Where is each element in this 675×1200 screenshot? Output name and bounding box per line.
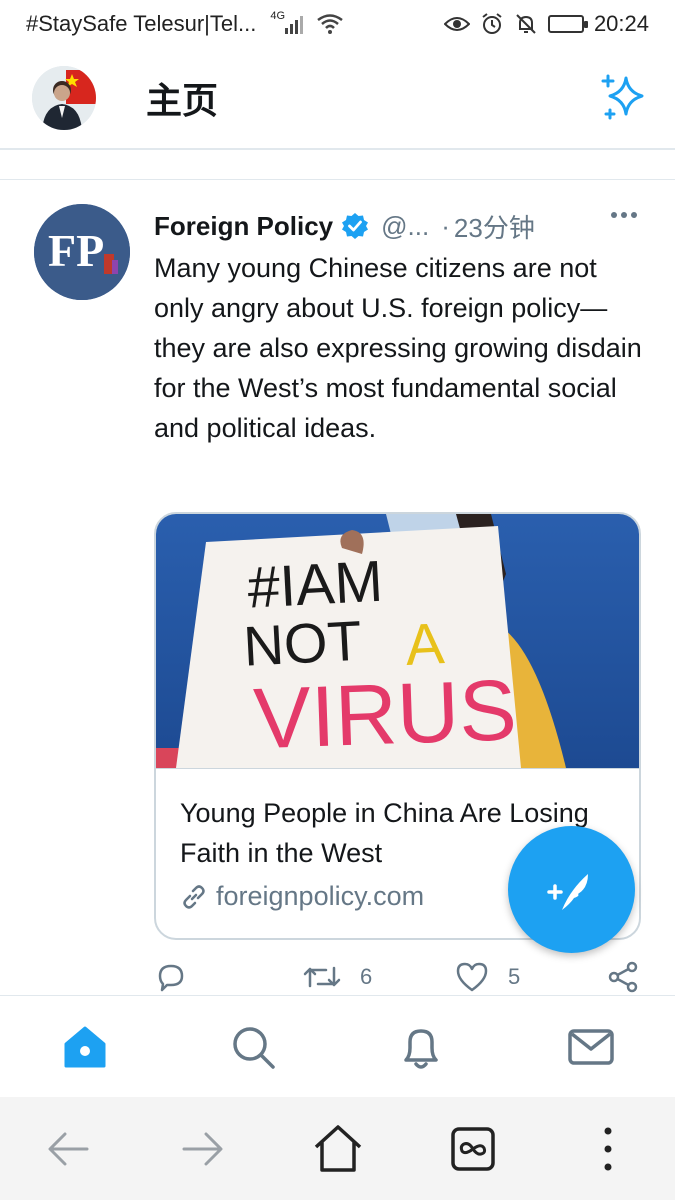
sparkle-icon[interactable]	[598, 72, 648, 122]
retweet-count: 6	[360, 964, 373, 989]
system-home-button[interactable]	[310, 1121, 366, 1177]
verified-badge-icon	[342, 213, 369, 239]
timeline-divider	[0, 150, 675, 180]
sign-line-1: #IAM	[246, 549, 385, 621]
search-icon	[233, 1027, 275, 1069]
more-options-icon[interactable]	[611, 212, 637, 218]
mute-icon	[514, 12, 538, 36]
retweet-button[interactable]: 6	[302, 960, 372, 994]
tweet-time[interactable]: 23分钟	[454, 208, 535, 245]
back-button[interactable]	[40, 1121, 96, 1177]
forward-button[interactable]	[175, 1121, 231, 1177]
tweet-header: Foreign Policy @... · 23分钟	[154, 206, 644, 246]
bottom-nav	[0, 995, 675, 1097]
page-title: 主页	[146, 80, 219, 121]
link-icon	[183, 884, 205, 909]
compose-tweet-button[interactable]	[508, 826, 635, 953]
clock: 20:24	[593, 11, 649, 36]
back-icon	[48, 1132, 89, 1166]
tabs-icon	[451, 1127, 495, 1171]
forward-icon	[182, 1132, 223, 1166]
card-link[interactable]: foreignpolicy.com	[180, 881, 424, 912]
more-dot	[631, 212, 637, 218]
compose-tweet-icon	[546, 873, 588, 910]
home-icon	[64, 1026, 106, 1068]
more-dot	[611, 212, 617, 218]
separator: ·	[441, 210, 450, 241]
author-avatar[interactable]: FP	[34, 204, 130, 300]
share-button[interactable]	[606, 960, 640, 994]
battery-icon	[547, 15, 588, 33]
author-name[interactable]: Foreign Policy	[154, 211, 333, 242]
reply-icon	[158, 964, 184, 992]
nav-notifications[interactable]	[396, 1022, 446, 1072]
system-nav	[0, 1097, 675, 1200]
tabs-button[interactable]	[445, 1121, 501, 1177]
eye-comfort-icon	[443, 14, 470, 34]
author-handle[interactable]: @...	[381, 211, 429, 242]
heart-icon	[456, 962, 488, 992]
signal-icon: 4G	[266, 10, 307, 34]
status-bar: #StaySafe Telesur|Tel... 4G 20:24	[0, 0, 675, 48]
menu-button[interactable]	[580, 1121, 636, 1177]
like-button[interactable]: 5	[454, 960, 520, 994]
tweet-text: Many young Chinese citizens are not only…	[154, 253, 642, 443]
sign-line-3: VIRUS	[252, 662, 518, 767]
notifications-icon	[404, 1029, 438, 1069]
avatar-logo-text: FP	[48, 225, 104, 276]
messages-icon	[568, 1029, 614, 1065]
status-left: #StaySafe Telesur|Tel... 4G	[26, 10, 343, 37]
retweet-icon	[303, 966, 341, 988]
notification-text: #StaySafe Telesur|Tel...	[26, 11, 257, 36]
share-icon	[608, 961, 638, 993]
card-image[interactable]: #IAM NOT A VIRUS	[156, 514, 639, 768]
nav-home[interactable]	[60, 1022, 110, 1072]
nav-messages[interactable]	[566, 1022, 616, 1072]
app-header: 主页	[0, 48, 675, 150]
card-domain: foreignpolicy.com	[216, 881, 425, 911]
like-count: 5	[508, 964, 521, 989]
reply-button[interactable]	[154, 960, 206, 994]
menu-icon	[604, 1127, 612, 1171]
home-outline-icon	[314, 1125, 362, 1172]
tweet-actions: 6 5	[154, 960, 644, 995]
screen: #StaySafe Telesur|Tel... 4G 20:24 主页 FP …	[0, 0, 675, 1200]
profile-avatar[interactable]	[32, 66, 96, 130]
alarm-icon	[480, 12, 504, 36]
wifi-icon	[317, 14, 343, 34]
more-dot	[621, 212, 627, 218]
nav-search[interactable]	[228, 1022, 278, 1072]
status-right: 20:24	[443, 11, 649, 37]
network-type: 4G	[270, 10, 286, 22]
